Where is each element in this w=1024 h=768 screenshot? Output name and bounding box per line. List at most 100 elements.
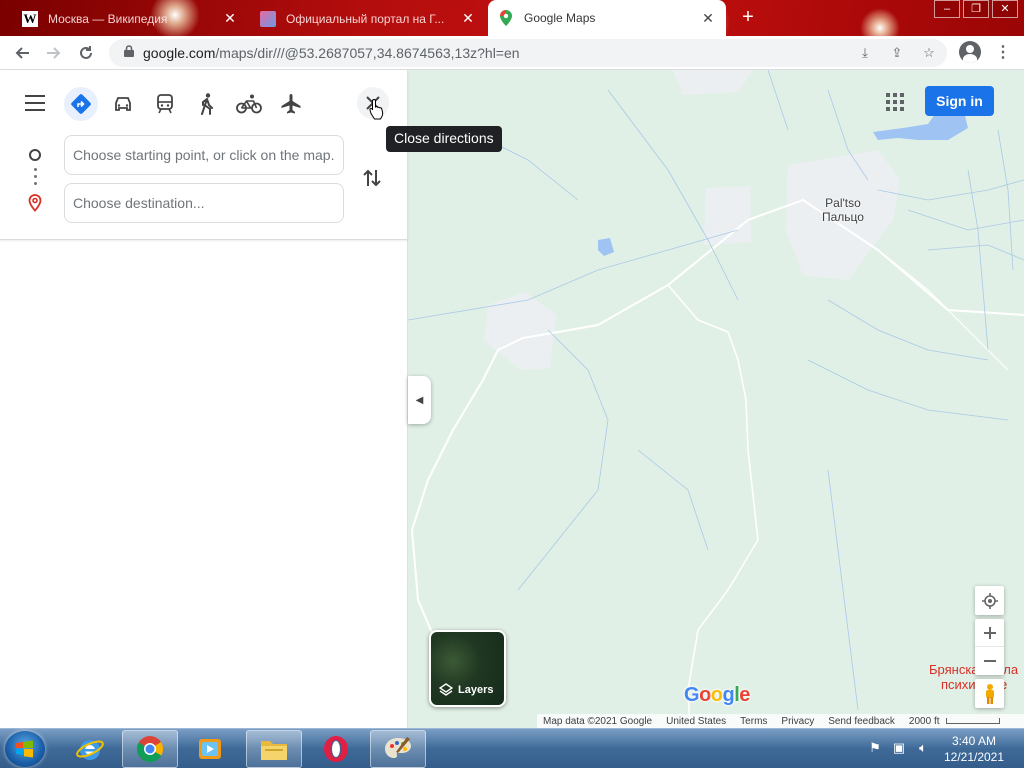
swap-locations-button[interactable] xyxy=(360,166,384,190)
terms-link[interactable]: Terms xyxy=(740,716,767,727)
layers-icon xyxy=(439,683,453,696)
browser-toolbar: google.com/maps/dir///@53.2687057,34.867… xyxy=(0,36,1024,70)
mode-driving[interactable] xyxy=(106,87,140,121)
url-path: /maps/dir///@53.2687057,34.8674563,13z?h… xyxy=(215,45,520,61)
close-tab-icon[interactable]: ✕ xyxy=(700,10,716,27)
windows-taskbar: ⚑ ▣ 🔈︎ 3:40 AM 12/21/2021 xyxy=(0,728,1024,768)
place-name-latin: Pal'tso xyxy=(825,196,861,210)
settlement-area xyxy=(673,70,753,95)
sign-in-button[interactable]: Sign in xyxy=(925,86,994,116)
windows-logo-icon xyxy=(16,740,33,758)
walking-icon xyxy=(201,93,213,115)
mode-flights[interactable] xyxy=(274,87,308,121)
tab-google-maps[interactable]: Google Maps ✕ xyxy=(488,0,726,36)
start-button[interactable] xyxy=(5,731,45,767)
profile-avatar-icon[interactable] xyxy=(959,41,981,63)
crosshair-icon xyxy=(981,592,998,609)
destination-input[interactable] xyxy=(64,183,344,223)
google-logo: Google xyxy=(684,684,750,706)
forward-button[interactable] xyxy=(42,41,66,65)
window-controls: – ❐ ✕ xyxy=(931,0,1018,18)
media-player-icon xyxy=(199,739,221,759)
back-button[interactable] xyxy=(10,41,34,65)
reload-icon xyxy=(80,46,92,59)
pond xyxy=(598,238,614,256)
close-tab-icon[interactable]: ✕ xyxy=(460,10,476,27)
close-window-button[interactable]: ✕ xyxy=(992,0,1018,18)
taskbar-internet-explorer[interactable] xyxy=(62,730,118,768)
map-data-attribution: Map data ©2021 Google xyxy=(543,715,653,727)
share-icon[interactable]: ⇪ xyxy=(887,43,907,63)
wikipedia-icon: W xyxy=(22,10,38,27)
google-apps-icon[interactable] xyxy=(886,93,904,111)
arrow-left-icon xyxy=(15,47,29,59)
reload-button[interactable] xyxy=(74,41,98,65)
close-tab-icon[interactable]: ✕ xyxy=(222,10,238,27)
map-graphics xyxy=(408,70,1024,728)
scale-bar xyxy=(945,718,1000,724)
browser-menu-icon[interactable]: ⋮ xyxy=(995,42,1011,64)
action-center-icon[interactable]: ⚑ xyxy=(866,739,884,757)
my-location-button[interactable] xyxy=(975,586,1004,615)
tab-title: Google Maps xyxy=(524,11,596,25)
tab-title: Официальный портал на Г... xyxy=(286,11,445,26)
taskbar-paint[interactable] xyxy=(370,730,426,768)
taskbar-explorer[interactable] xyxy=(246,730,302,768)
clock-time: 3:40 AM xyxy=(951,734,997,748)
close-directions-tooltip: Close directions xyxy=(386,126,502,152)
volume-icon[interactable]: 🔈︎ xyxy=(914,739,932,757)
street-view-pegman[interactable] xyxy=(975,679,1004,708)
maximize-button[interactable]: ❐ xyxy=(963,0,989,18)
map-place-label[interactable]: Pal'tso Пальцо xyxy=(822,196,864,224)
internet-explorer-icon xyxy=(76,740,104,760)
google-maps-icon xyxy=(498,10,514,26)
starting-point-input[interactable] xyxy=(64,135,344,175)
mode-cycling[interactable] xyxy=(232,87,266,121)
directions-panel xyxy=(0,70,408,728)
taskbar-chrome[interactable] xyxy=(122,730,178,768)
taskbar-media-player[interactable] xyxy=(182,730,238,768)
lock-icon[interactable] xyxy=(115,44,143,62)
send-feedback-link[interactable]: Send feedback xyxy=(828,716,895,727)
map-canvas[interactable] xyxy=(408,70,1024,728)
plus-icon xyxy=(983,627,996,639)
taskbar-clock[interactable]: 3:40 AM 12/21/2021 xyxy=(938,733,1010,765)
poi-label-line: психи...ече xyxy=(929,677,1018,692)
minimize-button[interactable]: – xyxy=(934,0,960,18)
map-footer: Map data ©2021 Google United States Term… xyxy=(537,714,1024,728)
tab-wikipedia[interactable]: W Москва — Википедия ✕ xyxy=(12,3,248,34)
hand-cursor-icon xyxy=(369,98,385,125)
bicycle-icon xyxy=(236,94,262,114)
minus-icon xyxy=(983,659,996,662)
scale-label[interactable]: 2000 ft xyxy=(909,716,940,727)
zoom-in-button[interactable] xyxy=(975,620,1004,647)
address-bar[interactable]: google.com/maps/dir///@53.2687057,34.867… xyxy=(109,39,947,67)
map-poi-label[interactable]: Брянская обла психи...ече xyxy=(929,662,1018,692)
country-link[interactable]: United States xyxy=(666,716,726,727)
place-name-cyrillic: Пальцо xyxy=(822,210,864,224)
directions-diamond-icon xyxy=(71,94,91,114)
install-app-icon[interactable]: ⤓ xyxy=(855,43,875,63)
network-icon[interactable]: ▣ xyxy=(890,739,908,757)
mode-transit[interactable] xyxy=(148,87,182,121)
chrome-icon xyxy=(136,736,164,763)
mode-best-route[interactable] xyxy=(64,87,98,121)
tab-title: Москва — Википедия xyxy=(48,11,168,26)
privacy-link[interactable]: Privacy xyxy=(781,716,814,727)
paint-palette-icon xyxy=(385,737,411,758)
zoom-out-button[interactable] xyxy=(975,647,1004,674)
bookmark-star-icon[interactable]: ☆ xyxy=(919,43,939,63)
taskbar-opera[interactable] xyxy=(308,730,364,768)
new-tab-button[interactable]: + xyxy=(737,6,759,28)
destination-pin-icon xyxy=(28,194,42,217)
pegman-icon xyxy=(985,683,994,704)
opera-icon xyxy=(324,736,348,762)
collapse-panel-button[interactable]: ◀ xyxy=(408,376,431,424)
layers-button[interactable]: Layers xyxy=(429,630,506,707)
menu-icon[interactable] xyxy=(25,95,45,111)
directions-header xyxy=(0,70,408,240)
tab-portal[interactable]: Официальный портал на Г... ✕ xyxy=(250,3,486,34)
url-host: google.com xyxy=(143,45,216,61)
start-point-icon xyxy=(29,149,41,161)
mode-walking[interactable] xyxy=(190,87,224,121)
